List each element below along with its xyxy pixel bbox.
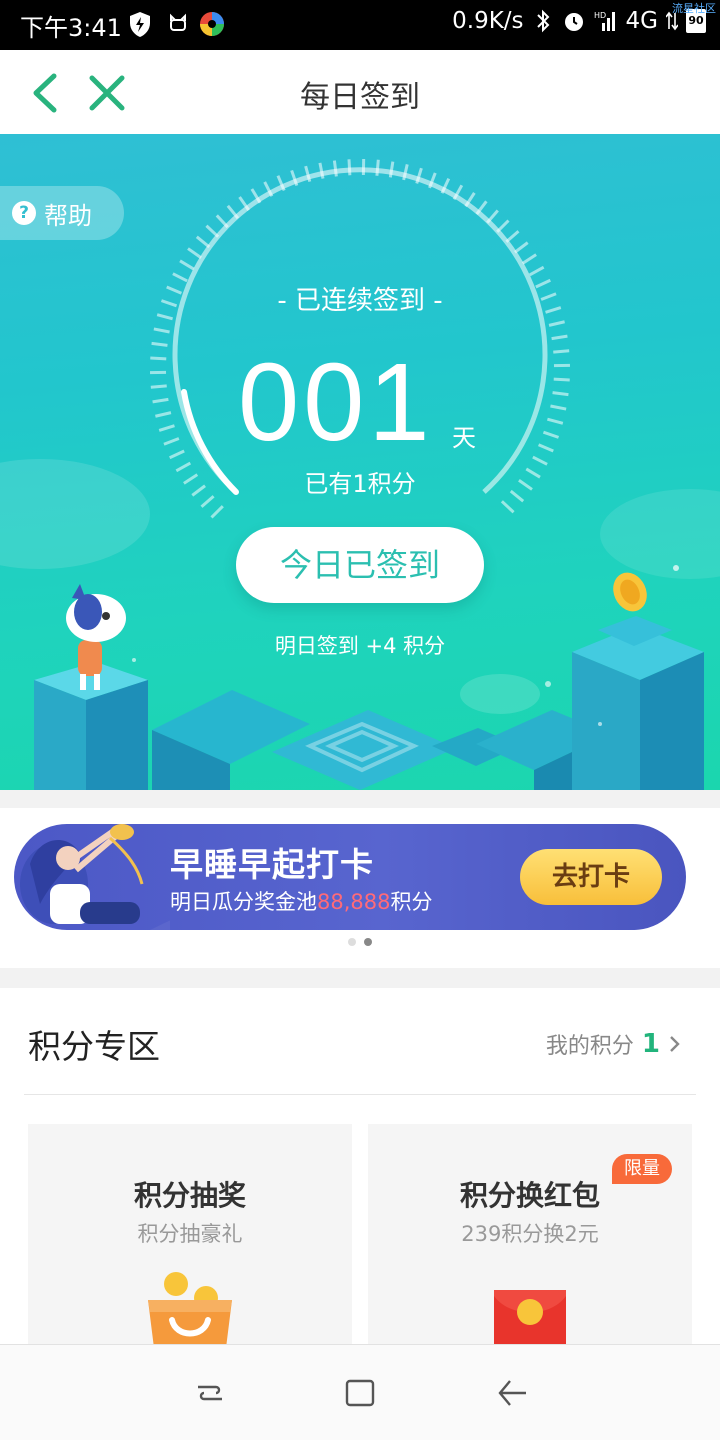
system-nav-bar xyxy=(0,1344,720,1440)
girl-illustration xyxy=(20,824,170,930)
carousel-dot-active[interactable] xyxy=(364,938,372,946)
help-icon: ? xyxy=(12,201,36,225)
my-points-value: 1 xyxy=(641,1029,660,1059)
gauge-tick xyxy=(179,259,195,271)
back-nav-icon[interactable] xyxy=(492,1375,532,1411)
streak-label: - 已连续签到 - xyxy=(277,286,443,316)
status-bar: 下午3:41 0.9K/s HD 4G 90 流星社区 xyxy=(0,0,720,50)
card-subtitle: 积分抽豪礼 xyxy=(137,1222,243,1246)
streak-unit: 天 xyxy=(452,424,476,452)
bluetooth-mute-icon xyxy=(536,9,549,33)
banner-subtitle-suffix: 积分 xyxy=(390,890,433,914)
section-title: 积分专区 xyxy=(28,1027,160,1066)
gauge-tick xyxy=(152,397,169,404)
gauge-tick xyxy=(547,417,564,425)
svg-text:HD: HD xyxy=(594,11,606,20)
promo-carousel: 早睡早起打卡 明日瓜分奖金池88,888积分 去打卡 xyxy=(0,808,720,968)
banner-subtitle: 明日瓜分奖金池88,888积分 xyxy=(170,886,432,916)
current-points-text: 已有1积分 xyxy=(304,470,416,498)
network-type: 4G xyxy=(625,8,658,34)
gauge-tick xyxy=(375,159,380,176)
early-sleep-banner[interactable]: 早睡早起打卡 明日瓜分奖金池88,888积分 去打卡 xyxy=(14,824,686,930)
status-right: 0.9K/s HD 4G 90 xyxy=(452,8,706,34)
help-label: 帮助 xyxy=(44,201,92,230)
gauge-tick xyxy=(553,349,570,354)
carousel-dot[interactable] xyxy=(348,938,356,946)
banner-prize-amount: 88,888 xyxy=(317,890,391,914)
gauge-tick xyxy=(548,320,565,327)
gauge-tick xyxy=(163,437,180,446)
gauge-tick xyxy=(552,391,569,397)
page-title: 每日签到 xyxy=(300,80,420,115)
gauge-tick xyxy=(150,384,167,389)
gauge-tick xyxy=(155,411,172,418)
tomorrow-reward-text: 明日签到 +4 积分 xyxy=(274,634,446,658)
banner-title: 早睡早起打卡 xyxy=(170,845,374,884)
card-title: 积分换红包 xyxy=(459,1179,600,1212)
status-time: 下午3:41 xyxy=(20,14,122,42)
red-packet-card[interactable]: 限量 积分换红包 239积分换2元 xyxy=(368,1124,692,1364)
gauge-tick xyxy=(500,500,515,514)
gauge-tick xyxy=(158,424,175,432)
gauge-tick xyxy=(537,443,554,453)
divider xyxy=(24,1094,696,1095)
gauge-tick xyxy=(551,334,568,341)
my-points-link[interactable]: 我的积分 1 xyxy=(546,1028,682,1060)
streak-days-counter: 001 xyxy=(238,341,434,464)
shield-icon xyxy=(130,12,150,37)
gauge-tick xyxy=(153,327,170,334)
top-app-bar: 每日签到 xyxy=(0,50,720,134)
network-speed: 0.9K/s xyxy=(452,8,524,34)
card-subtitle: 239积分换2元 xyxy=(461,1222,599,1246)
gauge-tick xyxy=(332,160,338,177)
gauge-tick xyxy=(150,356,167,361)
checkin-hero: ? 帮助 - 已连续签到 - 001 天 已有1积分 今日已签到 明日签到 +4… xyxy=(0,134,720,790)
carousel-dots xyxy=(0,938,720,946)
my-points-label: 我的积分 xyxy=(545,1034,634,1059)
lottery-card[interactable]: 积分抽奖 积分抽豪礼 xyxy=(28,1124,352,1364)
cat-icon xyxy=(170,13,186,31)
gauge-tick xyxy=(514,241,529,254)
gauge-tick xyxy=(521,253,537,265)
gauge-tick xyxy=(187,247,202,259)
app-logo-icon xyxy=(200,12,224,36)
gauge-tick xyxy=(151,341,168,347)
card-title: 积分抽奖 xyxy=(133,1179,246,1212)
go-checkin-button[interactable]: 去打卡 xyxy=(520,849,662,905)
signal-hd-icon: HD xyxy=(594,11,615,31)
banner-subtitle-prefix: 明日瓜分奖金池 xyxy=(170,890,317,914)
recents-icon[interactable] xyxy=(190,1375,230,1411)
home-icon[interactable] xyxy=(340,1375,380,1411)
gauge-tick xyxy=(169,449,185,460)
gauge-tick xyxy=(195,235,211,249)
gauge-tick xyxy=(528,265,545,277)
gauge-tick xyxy=(550,404,567,411)
help-button[interactable]: ? 帮助 xyxy=(0,186,124,240)
corner-watermark: 流星社区 xyxy=(672,2,716,15)
gauge-tick xyxy=(553,377,570,382)
gauge-tick xyxy=(347,159,352,176)
gauge-tick xyxy=(542,430,560,439)
checked-in-today-button[interactable]: 今日已签到 xyxy=(236,527,484,603)
chevron-right-icon xyxy=(670,1036,680,1052)
gauge-tick xyxy=(210,505,224,519)
alarm-icon xyxy=(564,13,583,31)
